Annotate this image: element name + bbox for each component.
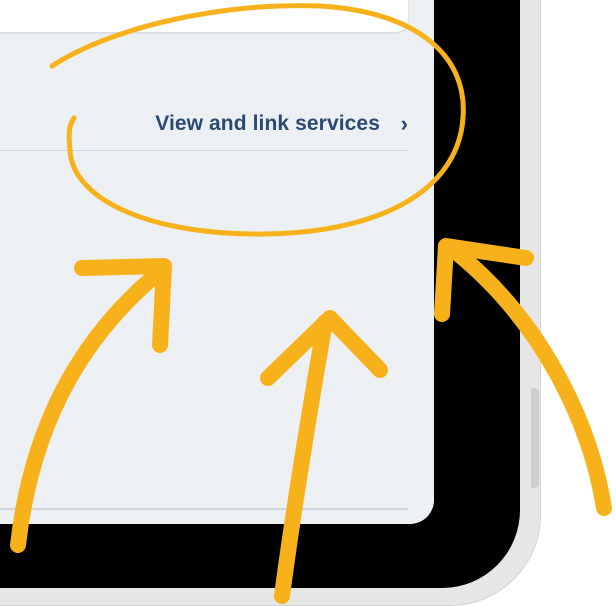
phone-side-button	[531, 388, 539, 488]
phone-screen: View and link services ›	[0, 0, 434, 524]
top-card	[0, 0, 408, 32]
chevron-right-icon[interactable]: ›	[401, 111, 408, 137]
stage: View and link services ›	[0, 0, 616, 606]
view-and-link-services-row[interactable]: View and link services ›	[0, 90, 408, 151]
view-and-link-services-link[interactable]: View and link services	[155, 112, 380, 136]
bottom-divider	[0, 508, 408, 510]
